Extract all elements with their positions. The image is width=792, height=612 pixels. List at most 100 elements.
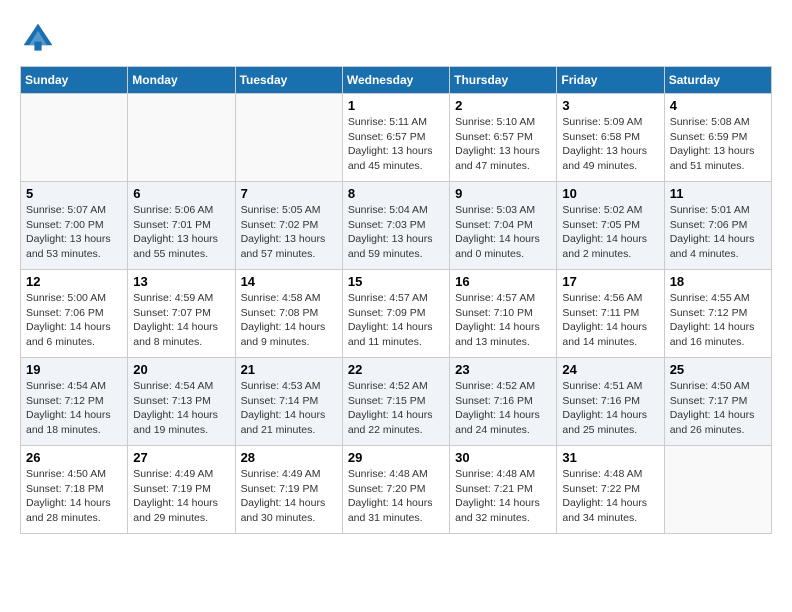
calendar-cell: 11Sunrise: 5:01 AM Sunset: 7:06 PM Dayli… bbox=[664, 182, 771, 270]
calendar-cell: 24Sunrise: 4:51 AM Sunset: 7:16 PM Dayli… bbox=[557, 358, 664, 446]
weekday-header-tuesday: Tuesday bbox=[235, 67, 342, 94]
day-detail: Sunrise: 4:58 AM Sunset: 7:08 PM Dayligh… bbox=[241, 291, 337, 350]
day-detail: Sunrise: 4:52 AM Sunset: 7:16 PM Dayligh… bbox=[455, 379, 551, 438]
day-detail: Sunrise: 5:00 AM Sunset: 7:06 PM Dayligh… bbox=[26, 291, 122, 350]
calendar-cell: 4Sunrise: 5:08 AM Sunset: 6:59 PM Daylig… bbox=[664, 94, 771, 182]
calendar-header-row: SundayMondayTuesdayWednesdayThursdayFrid… bbox=[21, 67, 772, 94]
day-number: 26 bbox=[26, 450, 122, 465]
day-number: 21 bbox=[241, 362, 337, 377]
calendar-cell: 8 Sunrise: 5:04 AM Sunset: 7:03 PM Daylig… bbox=[342, 182, 449, 270]
weekday-header-monday: Monday bbox=[128, 67, 235, 94]
weekday-header-friday: Friday bbox=[557, 67, 664, 94]
calendar-cell: 21 Sunrise: 4:53 AM Sunset: 7:14 PM Dayli… bbox=[235, 358, 342, 446]
calendar-cell: 19 Sunrise: 4:54 AM Sunset: 7:12 PM Dayli… bbox=[21, 358, 128, 446]
day-number: 16 bbox=[455, 274, 551, 289]
calendar-cell: 10 Sunrise: 5:02 AM Sunset: 7:05 PM Dayli… bbox=[557, 182, 664, 270]
calendar-cell: 13 Sunrise: 4:59 AM Sunset: 7:07 PM Dayli… bbox=[128, 270, 235, 358]
day-detail: Sunrise: 4:56 AM Sunset: 7:11 PM Dayligh… bbox=[562, 291, 658, 350]
weekday-header-thursday: Thursday bbox=[450, 67, 557, 94]
calendar-cell: 20Sunrise: 4:54 AM Sunset: 7:13 PM Dayli… bbox=[128, 358, 235, 446]
calendar-cell: 12 Sunrise: 5:00 AM Sunset: 7:06 PM Dayli… bbox=[21, 270, 128, 358]
calendar-cell: 3Sunrise: 5:09 AM Sunset: 6:58 PM Daylig… bbox=[557, 94, 664, 182]
calendar-cell: 27 Sunrise: 4:49 AM Sunset: 7:19 PM Dayli… bbox=[128, 446, 235, 534]
weekday-header-saturday: Saturday bbox=[664, 67, 771, 94]
day-number: 8 bbox=[348, 186, 444, 201]
day-number: 4 bbox=[670, 98, 766, 113]
day-detail: Sunrise: 5:03 AM Sunset: 7:04 PM Dayligh… bbox=[455, 203, 551, 262]
calendar-table: SundayMondayTuesdayWednesdayThursdayFrid… bbox=[20, 66, 772, 534]
calendar-cell: 9 Sunrise: 5:03 AM Sunset: 7:04 PM Daylig… bbox=[450, 182, 557, 270]
calendar-cell: 16 Sunrise: 4:57 AM Sunset: 7:10 PM Dayli… bbox=[450, 270, 557, 358]
day-number: 6 bbox=[133, 186, 229, 201]
day-number: 27 bbox=[133, 450, 229, 465]
calendar-cell: 29Sunrise: 4:48 AM Sunset: 7:20 PM Dayli… bbox=[342, 446, 449, 534]
day-number: 9 bbox=[455, 186, 551, 201]
day-detail: Sunrise: 4:50 AM Sunset: 7:18 PM Dayligh… bbox=[26, 467, 122, 526]
calendar-week-row: 19 Sunrise: 4:54 AM Sunset: 7:12 PM Dayli… bbox=[21, 358, 772, 446]
day-number: 7 bbox=[241, 186, 337, 201]
day-detail: Sunrise: 5:09 AM Sunset: 6:58 PM Dayligh… bbox=[562, 115, 658, 174]
day-detail: Sunrise: 5:02 AM Sunset: 7:05 PM Dayligh… bbox=[562, 203, 658, 262]
day-detail: Sunrise: 5:07 AM Sunset: 7:00 PM Dayligh… bbox=[26, 203, 122, 262]
logo bbox=[20, 20, 62, 56]
calendar-cell: 5Sunrise: 5:07 AM Sunset: 7:00 PM Daylig… bbox=[21, 182, 128, 270]
day-detail: Sunrise: 4:52 AM Sunset: 7:15 PM Dayligh… bbox=[348, 379, 444, 438]
day-number: 14 bbox=[241, 274, 337, 289]
day-detail: Sunrise: 5:05 AM Sunset: 7:02 PM Dayligh… bbox=[241, 203, 337, 262]
day-number: 29 bbox=[348, 450, 444, 465]
day-number: 1 bbox=[348, 98, 444, 113]
day-detail: Sunrise: 4:49 AM Sunset: 7:19 PM Dayligh… bbox=[241, 467, 337, 526]
calendar-cell bbox=[128, 94, 235, 182]
day-number: 2 bbox=[455, 98, 551, 113]
day-detail: Sunrise: 5:04 AM Sunset: 7:03 PM Dayligh… bbox=[348, 203, 444, 262]
calendar-cell bbox=[21, 94, 128, 182]
day-detail: Sunrise: 4:59 AM Sunset: 7:07 PM Dayligh… bbox=[133, 291, 229, 350]
day-number: 23 bbox=[455, 362, 551, 377]
day-number: 15 bbox=[348, 274, 444, 289]
calendar-cell bbox=[235, 94, 342, 182]
day-detail: Sunrise: 5:11 AM Sunset: 6:57 PM Dayligh… bbox=[348, 115, 444, 174]
calendar-cell: 30 Sunrise: 4:48 AM Sunset: 7:21 PM Dayli… bbox=[450, 446, 557, 534]
calendar-cell: 7 Sunrise: 5:05 AM Sunset: 7:02 PM Daylig… bbox=[235, 182, 342, 270]
day-detail: Sunrise: 4:53 AM Sunset: 7:14 PM Dayligh… bbox=[241, 379, 337, 438]
day-detail: Sunrise: 4:54 AM Sunset: 7:13 PM Dayligh… bbox=[133, 379, 229, 438]
calendar-week-row: 1 Sunrise: 5:11 AM Sunset: 6:57 PM Daylig… bbox=[21, 94, 772, 182]
day-number: 30 bbox=[455, 450, 551, 465]
calendar-cell: 22 Sunrise: 4:52 AM Sunset: 7:15 PM Dayli… bbox=[342, 358, 449, 446]
day-detail: Sunrise: 5:01 AM Sunset: 7:06 PM Dayligh… bbox=[670, 203, 766, 262]
day-number: 22 bbox=[348, 362, 444, 377]
day-detail: Sunrise: 4:51 AM Sunset: 7:16 PM Dayligh… bbox=[562, 379, 658, 438]
calendar-cell: 2 Sunrise: 5:10 AM Sunset: 6:57 PM Daylig… bbox=[450, 94, 557, 182]
day-number: 10 bbox=[562, 186, 658, 201]
calendar-cell bbox=[664, 446, 771, 534]
logo-icon bbox=[20, 20, 56, 56]
calendar-cell: 26 Sunrise: 4:50 AM Sunset: 7:18 PM Dayli… bbox=[21, 446, 128, 534]
calendar-cell: 18 Sunrise: 4:55 AM Sunset: 7:12 PM Dayli… bbox=[664, 270, 771, 358]
calendar-cell: 31 Sunrise: 4:48 AM Sunset: 7:22 PM Dayli… bbox=[557, 446, 664, 534]
day-detail: Sunrise: 5:10 AM Sunset: 6:57 PM Dayligh… bbox=[455, 115, 551, 174]
day-detail: Sunrise: 4:49 AM Sunset: 7:19 PM Dayligh… bbox=[133, 467, 229, 526]
day-detail: Sunrise: 4:57 AM Sunset: 7:09 PM Dayligh… bbox=[348, 291, 444, 350]
calendar-week-row: 26 Sunrise: 4:50 AM Sunset: 7:18 PM Dayli… bbox=[21, 446, 772, 534]
calendar-cell: 15 Sunrise: 4:57 AM Sunset: 7:09 PM Dayli… bbox=[342, 270, 449, 358]
day-detail: Sunrise: 4:57 AM Sunset: 7:10 PM Dayligh… bbox=[455, 291, 551, 350]
day-number: 31 bbox=[562, 450, 658, 465]
calendar-cell: 14 Sunrise: 4:58 AM Sunset: 7:08 PM Dayli… bbox=[235, 270, 342, 358]
day-number: 19 bbox=[26, 362, 122, 377]
day-number: 12 bbox=[26, 274, 122, 289]
day-number: 18 bbox=[670, 274, 766, 289]
day-number: 25 bbox=[670, 362, 766, 377]
weekday-header-wednesday: Wednesday bbox=[342, 67, 449, 94]
calendar-week-row: 12 Sunrise: 5:00 AM Sunset: 7:06 PM Dayli… bbox=[21, 270, 772, 358]
day-detail: Sunrise: 4:55 AM Sunset: 7:12 PM Dayligh… bbox=[670, 291, 766, 350]
day-number: 28 bbox=[241, 450, 337, 465]
page-header bbox=[20, 20, 772, 56]
calendar-cell: 17Sunrise: 4:56 AM Sunset: 7:11 PM Dayli… bbox=[557, 270, 664, 358]
day-number: 13 bbox=[133, 274, 229, 289]
day-detail: Sunrise: 4:48 AM Sunset: 7:21 PM Dayligh… bbox=[455, 467, 551, 526]
day-detail: Sunrise: 4:48 AM Sunset: 7:22 PM Dayligh… bbox=[562, 467, 658, 526]
day-detail: Sunrise: 4:54 AM Sunset: 7:12 PM Dayligh… bbox=[26, 379, 122, 438]
calendar-cell: 1 Sunrise: 5:11 AM Sunset: 6:57 PM Daylig… bbox=[342, 94, 449, 182]
calendar-cell: 6 Sunrise: 5:06 AM Sunset: 7:01 PM Daylig… bbox=[128, 182, 235, 270]
day-detail: Sunrise: 5:06 AM Sunset: 7:01 PM Dayligh… bbox=[133, 203, 229, 262]
